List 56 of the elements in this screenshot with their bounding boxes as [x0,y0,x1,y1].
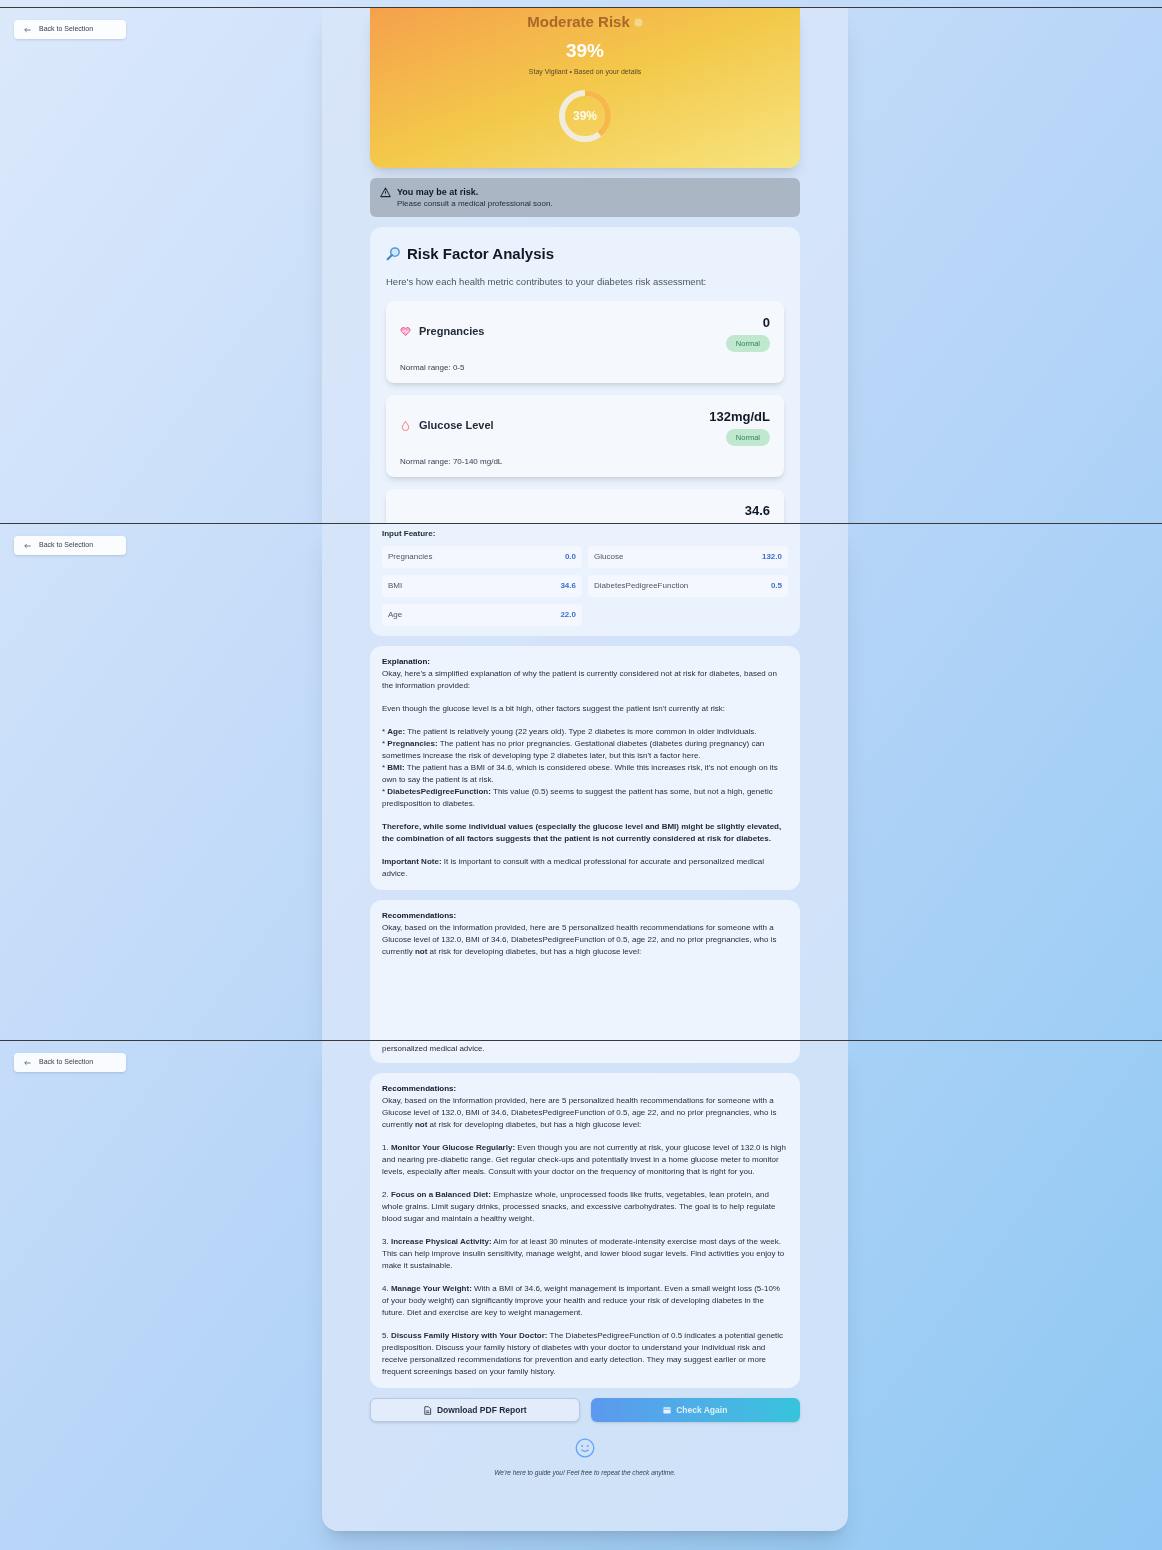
feature-value: 132.0 [761,551,782,563]
paragraph: *BMI: The patient has a BMI of 34.6, which is considered obese. While this increases risk, it's not enough on its own to say the patient is at risk. [382,762,779,786]
risk-title: Moderate Risk [527,12,630,32]
arrow-left-icon [24,1059,31,1066]
paragraph: personalized medical advice. [382,1043,486,1055]
paragraph: 5. Discuss Family History with Your Doctor: The DiabetesPedigreeFunction of 0.5 indicates a potential genetic predisposition. Discuss your family history of diabetes with your doctor to understand your individual risk and receive personalized recommendations for prevention and early detection. They may suggest earlier or more frequent screenings based on your family history. [382,1330,785,1378]
paragraph: Okay, here's a simplified explanation of why the patient is currently considered not at risk for diabetes, based on the information provided: [382,668,778,692]
section-title: Risk Factor Analysis [407,243,554,264]
paragraph: 4. Manage Your Weight: With a BMI of 34.6, weight management is important. Even a small weight loss (5-10% of your body weight) can significantly improve your health and reduce your risk of developing diabetes in the future. Diet and exercise are key to weight management. [382,1283,781,1319]
info-icon [633,17,643,27]
heart-icon [400,326,411,337]
normal-range: Normal range: 70-140 mg/dL [400,456,504,468]
card-heading: Explanation: [382,656,431,668]
feature-label: Glucose [594,551,624,563]
factor-value: 0 [762,314,770,333]
alert-message: Please consult a medical professional soon. [397,197,553,209]
feature-label: Pregnancies [388,551,433,563]
factor-value: 132mg/dL [709,408,770,427]
calendar-icon [663,1406,672,1414]
paragraph: *Age: The patient is relatively young (22 years old). Type 2 diabetes is more common in older individuals. [382,726,758,738]
card-heading: Recommendations: [382,910,458,922]
drop-icon [400,420,411,431]
alert-title: You may be at risk. [397,185,480,198]
paragraph: Even though the glucose level is a bit high, other factors suggest the patient isn't currently at risk: [382,703,727,715]
paragraph: Okay, based on the information provided, here are 5 personalized health recommendations for someone with a Glucose level of 132.0, BMI of 34.6, DiabetesPedigreeFunction of 0.5, age 22, and no prior pregnancies, who is currently not at risk for developing diabetes, but has a high glucose level: [382,922,778,958]
paragraph: Therefore, while some individual values (especially the glucose level and BMI) might be slightly elevated, the combination of all factors suggests that the patient is not currently considered at risk for diabetes. [382,821,783,845]
factor-value: 34.6 [744,502,770,521]
smiley-icon [575,1438,595,1458]
features-title: Input Feature: [382,528,437,540]
feature-value: 34.6 [560,580,576,592]
feature-value: 0.0 [564,551,576,563]
gauge-label: 39% [572,107,598,125]
factor-name: Glucose Level [419,418,494,434]
arrow-left-icon [24,542,31,549]
risk-percent: 39% [566,40,604,62]
paragraph: Okay, based on the information provided, here are 5 personalized health recommendations for someone with a Glucose level of 132.0, BMI of 34.6, DiabetesPedigreeFunction of 0.5, age 22, and no prior pregnancies, who is currently not at risk for developing diabetes, but has a high glucose level: [382,1095,778,1131]
section-intro: Here's how each health metric contributes to your diabetes risk assessment: [386,275,708,289]
feature-value: 22.0 [560,609,576,621]
paragraph: 3. Increase Physical Activity: Aim for at least 30 minutes of moderate-intensity exercise most days of the week. This can help improve insulin sensitivity, manage weight, and lower blood sugar levels. Find activities you enjoy to make it sustainable. [382,1236,786,1272]
normal-range: Normal range: 0-5 [400,362,466,374]
paragraph: 1. Monitor Your Glucose Regularly: Even though you are not currently at risk, your glucose level of 132.0 is high and nearing pre-diabetic range. Get regular check-ups and potentially invest in a home glucose meter to monitor levels, especially after meals. Consult with your doctor on the frequency of monitoring that is right for you. [382,1142,787,1178]
arrow-left-icon [24,26,31,33]
factor-name: Pregnancies [419,324,485,340]
download-button[interactable]: Download PDF Report [370,1398,580,1422]
card-heading: Recommendations: [382,1083,458,1095]
warning-icon [380,186,391,198]
paragraph: *DiabetesPedigreeFunction: This value (0.5) seems to suggest the patient has some, but not a high, genetic predisposition to diabetes. [382,786,774,810]
paragraph: Important Note: It is important to consult with a medical professional for accurate and personalized medical advice. [382,856,765,880]
feature-label: DiabetesPedigreeFunction [594,580,689,592]
document-icon [422,1405,432,1415]
search-icon [386,246,401,262]
feature-label: Age [388,609,403,621]
paragraph: 2. Focus on a Balanced Diet: Emphasize whole, unprocessed foods like fruits, vegetables, lean protein, and whole grains. Limit sugary drinks, processed snacks, and excessive carbohydrates. The goal is to help regulate blood sugar and maintain a healthy weight. [382,1189,777,1225]
feature-label: BMI [388,580,403,592]
paragraph: *Pregnancies: The patient has no prior pregnancies. Gestational diabetes (diabetes during pregnancy) can sometimes increase the risk of developing type 2 diabetes later, but this isn't a factor here. [382,738,766,762]
feature-value: 0.5 [770,580,782,592]
